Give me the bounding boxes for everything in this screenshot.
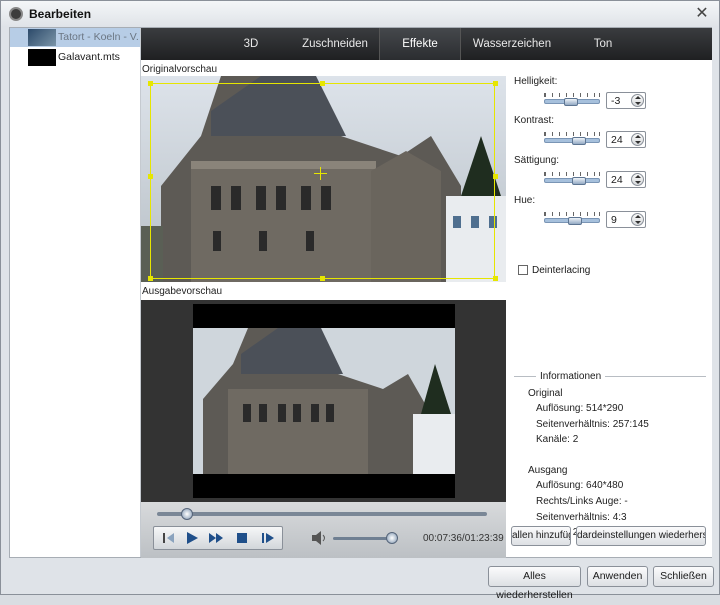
original-heading: Original xyxy=(528,388,563,399)
edit-dialog: Bearbeiten ✕ Tatort - Koeln - V... Galav… xyxy=(0,0,720,601)
saturation-label: Sättigung: xyxy=(514,155,560,166)
tab-effekte[interactable]: Effekte xyxy=(379,28,461,60)
tab-3d[interactable]: 3D xyxy=(226,28,276,60)
crop-frame[interactable] xyxy=(150,83,495,279)
crop-handle[interactable] xyxy=(320,276,325,281)
church-scene-output xyxy=(193,304,455,498)
edit-tabs: 3D Zuschneiden Effekte Wasserzeichen Ton xyxy=(141,28,712,60)
playback-buttons xyxy=(153,526,283,550)
slider-ticks xyxy=(544,132,600,136)
crosshair-icon xyxy=(320,167,321,180)
deinterlacing-checkbox[interactable] xyxy=(518,265,528,275)
spinner-arrows-icon[interactable] xyxy=(631,173,644,186)
saturation-spinner[interactable]: 24 xyxy=(606,171,646,188)
next-frame-icon[interactable] xyxy=(258,529,278,547)
crop-handle[interactable] xyxy=(320,81,325,86)
close-icon[interactable]: ✕ xyxy=(693,4,711,22)
brightness-value[interactable]: -3 xyxy=(611,95,620,107)
restore-all-button[interactable]: Alles wiederherstellen xyxy=(488,566,581,601)
video-thumbnail xyxy=(28,29,56,46)
tab-zuschneiden[interactable]: Zuschneiden xyxy=(293,28,377,60)
hue-spinner[interactable]: 9 xyxy=(606,211,646,228)
output-heading: Ausgang xyxy=(528,465,568,476)
volume-icon[interactable] xyxy=(311,530,329,546)
window-title: Bearbeiten xyxy=(29,7,92,21)
original-preview xyxy=(141,76,506,282)
tab-wasserzeichen[interactable]: Wasserzeichen xyxy=(463,28,561,60)
original-preview-label: Originalvorschau xyxy=(142,64,218,75)
volume-thumb[interactable] xyxy=(385,532,398,544)
info-title: Informationen xyxy=(536,371,606,382)
hue-thumb[interactable] xyxy=(567,217,582,225)
contrast-label: Kontrast: xyxy=(514,115,555,126)
time-display: 00:07:36/01:23:39 xyxy=(423,533,504,544)
stop-icon[interactable] xyxy=(232,529,252,547)
close-button[interactable]: Schließen xyxy=(653,566,714,587)
spinner-arrows-icon[interactable] xyxy=(631,213,644,226)
spinner-arrows-icon[interactable] xyxy=(631,133,644,146)
original-channels: Kanäle: 2 xyxy=(536,434,579,445)
output-preview xyxy=(141,300,506,502)
crop-handle[interactable] xyxy=(148,276,153,281)
player-controls: 00:07:36/01:23:39 xyxy=(141,502,506,558)
saturation-thumb[interactable] xyxy=(571,177,586,185)
slider-ticks xyxy=(544,212,600,216)
apply-button[interactable]: Anwenden xyxy=(587,566,648,587)
restore-defaults-button[interactable]: dardeinstellungen wiederherst xyxy=(576,526,706,546)
brightness-thumb[interactable] xyxy=(563,98,578,106)
apply-to-all-button[interactable]: allen hinzufüg xyxy=(511,526,571,546)
progress-thumb[interactable] xyxy=(180,508,193,520)
output-resolution: Auflösung: 640*480 xyxy=(536,480,624,491)
file-name: Tatort - Koeln - V... xyxy=(58,31,138,43)
effects-panel: Helligkeit: -3 Kontrast: 24 Sättigung: 2… xyxy=(506,60,712,557)
tab-ton[interactable]: Ton xyxy=(573,28,633,60)
progress-bar[interactable] xyxy=(157,512,487,516)
crop-handle[interactable] xyxy=(148,81,153,86)
output-frame xyxy=(193,304,455,498)
brightness-label: Helligkeit: xyxy=(514,76,558,87)
video-thumbnail xyxy=(28,49,56,66)
crop-handle[interactable] xyxy=(493,81,498,86)
original-aspect: Seitenverhältnis: 257:145 xyxy=(536,419,649,430)
contrast-thumb[interactable] xyxy=(571,137,586,145)
app-logo-icon xyxy=(9,7,23,21)
slider-ticks xyxy=(544,93,600,97)
file-list: Tatort - Koeln - V... Galavant.mts xyxy=(10,28,141,557)
prev-frame-icon[interactable] xyxy=(158,529,178,547)
output-aspect: Seitenverhältnis: 4:3 xyxy=(536,512,627,523)
crop-handle[interactable] xyxy=(493,276,498,281)
spinner-arrows-icon[interactable] xyxy=(631,94,644,107)
file-name: Galavant.mts xyxy=(58,51,120,63)
crop-handle[interactable] xyxy=(493,174,498,179)
hue-label: Hue: xyxy=(514,195,536,206)
file-item-tatort[interactable]: Tatort - Koeln - V... xyxy=(10,28,140,47)
hue-value[interactable]: 9 xyxy=(611,214,617,226)
editor-content: Tatort - Koeln - V... Galavant.mts 3D Zu… xyxy=(9,27,712,558)
slider-ticks xyxy=(544,172,600,176)
file-item-galavant[interactable]: Galavant.mts xyxy=(10,48,140,67)
fast-forward-icon[interactable] xyxy=(206,529,226,547)
output-preview-label: Ausgabevorschau xyxy=(142,286,223,297)
title-bar: Bearbeiten ✕ xyxy=(1,1,719,27)
original-resolution: Auflösung: 514*290 xyxy=(536,403,624,414)
crop-handle[interactable] xyxy=(148,174,153,179)
contrast-spinner[interactable]: 24 xyxy=(606,131,646,148)
saturation-value[interactable]: 24 xyxy=(611,174,623,186)
output-eye: Rechts/Links Auge: - xyxy=(536,496,628,507)
brightness-spinner[interactable]: -3 xyxy=(606,92,646,109)
contrast-value[interactable]: 24 xyxy=(611,134,623,146)
deinterlacing-label: Deinterlacing xyxy=(532,265,591,276)
play-icon[interactable] xyxy=(182,529,202,547)
